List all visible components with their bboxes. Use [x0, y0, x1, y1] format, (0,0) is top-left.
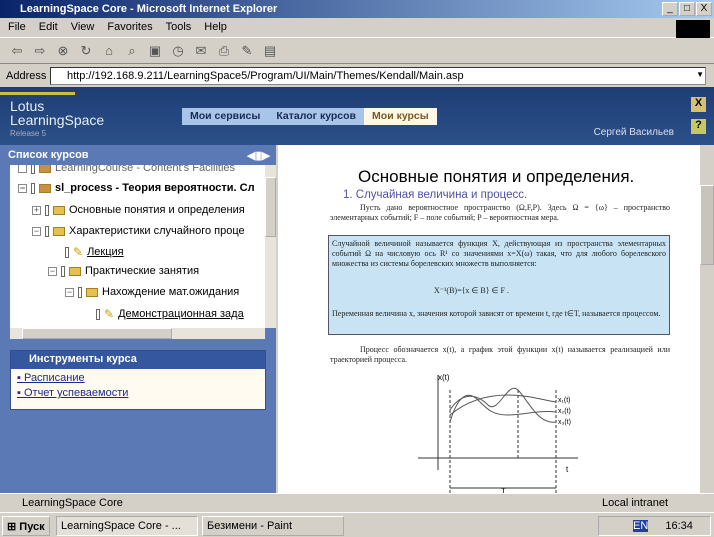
paragraph-3: Процесс обозначается x(t), а график этой…	[330, 345, 670, 364]
favorites-icon[interactable]: ▣	[146, 43, 164, 59]
doc-title: Основные понятия и определения.	[358, 167, 635, 186]
search-icon[interactable]: ⌕	[123, 43, 141, 59]
menu-favorites[interactable]: Favorites	[107, 21, 152, 33]
address-bar: Address http://192.168.9.211/LearningSpa…	[0, 65, 714, 87]
windows-logo	[676, 20, 710, 38]
course-tools-header: Инструменты курса	[11, 351, 265, 369]
content-area: Основные понятия и определения. 1. Случа…	[278, 145, 700, 493]
home-icon[interactable]: ⌂	[100, 43, 118, 59]
tree-vertical-scrollbar[interactable]	[265, 165, 276, 328]
content-scrollbar[interactable]	[700, 145, 714, 493]
learningspace-logo: Lotus LearningSpace Release 5	[10, 98, 105, 138]
status-bar: LearningSpace Core Local intranet	[0, 493, 714, 512]
print-icon[interactable]: ⎙	[215, 43, 233, 59]
edit-icon[interactable]: ✎	[238, 43, 256, 59]
menu-help[interactable]: Help	[204, 21, 227, 33]
svg-text:x₁(t): x₁(t)	[558, 397, 570, 404]
tree-item[interactable]: + Основные понятия и определения	[32, 204, 245, 216]
taskbar: ⊞ Пуск LearningSpace Core - ... Безимени…	[0, 512, 714, 537]
minimize-button[interactable]: _	[662, 2, 678, 16]
course-list-header: Список курсов ◀▮▶	[8, 149, 270, 162]
process-graph: x(t) x₁(t) x₂(t) x₃(t) t T	[418, 373, 578, 493]
status-text: LearningSpace Core	[22, 497, 123, 509]
course-tools-panel: Инструменты курса ▪ Расписание ▪ Отчет у…	[10, 350, 266, 410]
paragraph-1: Пусть дано вероятностное пространство (Ω…	[330, 203, 670, 222]
schedule-link[interactable]: ▪ Расписание	[11, 369, 265, 387]
svg-text:x₂(t): x₂(t)	[558, 408, 571, 415]
system-tray: EN 16:34	[598, 516, 711, 536]
maximize-button[interactable]: □	[679, 2, 695, 16]
left-panel: Список курсов ◀▮▶ LearningCourse - Conten…	[0, 145, 276, 493]
menu-edit[interactable]: Edit	[39, 21, 58, 33]
svg-text:x(t): x(t)	[438, 373, 450, 382]
toolbar: ⇦ ⇨ ⊗ ↻ ⌂ ⌕ ▣ ◷ ✉ ⎙ ✎ ▤	[0, 39, 714, 64]
title-bar: LearningSpace Core - Microsoft Internet …	[0, 0, 714, 18]
tree-item[interactable]: − Практические занятия	[48, 265, 199, 277]
language-indicator[interactable]: EN	[633, 520, 649, 532]
tree-item[interactable]: − Характеристики случайного проце	[32, 225, 245, 237]
help-icon[interactable]: ?	[691, 119, 706, 134]
menu-bar: File Edit View Favorites Tools Help	[0, 18, 714, 38]
tab-my-services[interactable]: Мои сервисы	[182, 108, 268, 125]
clock: 16:34	[665, 520, 693, 532]
menu-view[interactable]: View	[71, 21, 95, 33]
learningspace-header: Lotus LearningSpace Release 5 Мои сервисы …	[0, 87, 714, 145]
menu-file[interactable]: File	[8, 21, 26, 33]
menu-tools[interactable]: Tools	[166, 21, 192, 33]
task-learningspace[interactable]: LearningSpace Core - ...	[56, 516, 198, 536]
address-input[interactable]: http://192.168.9.211/LearningSpace5/Prog…	[50, 67, 706, 85]
tree-horizontal-scrollbar[interactable]	[10, 328, 265, 339]
nav-tabs: Мои сервисы Каталог курсов Мои курсы	[182, 108, 437, 125]
start-button[interactable]: ⊞ Пуск	[2, 516, 50, 536]
svg-text:t: t	[566, 465, 569, 474]
address-dropdown-icon[interactable]: ▼	[696, 70, 704, 79]
tree-item[interactable]: − Нахождение мат.ожидания	[65, 286, 239, 298]
panel-toggle-icon[interactable]: ◀▮▶	[247, 149, 270, 162]
close-button[interactable]: X	[696, 2, 712, 16]
mail-icon[interactable]: ✉	[192, 43, 210, 59]
window-title: LearningSpace Core - Microsoft Internet …	[20, 3, 278, 15]
tree-item[interactable]: − sl_process - Теория вероятности. Сл	[18, 182, 255, 194]
tab-course-catalog[interactable]: Каталог курсов	[268, 108, 364, 125]
definition-box: Случайной величиной называется функция X…	[328, 235, 670, 335]
pencil-icon: ✎	[104, 307, 115, 321]
user-name: Сергей Васильев	[593, 127, 674, 138]
doc-subtitle: 1. Случайная величина и процесс.	[343, 189, 528, 201]
refresh-icon[interactable]: ↻	[77, 43, 95, 59]
history-icon[interactable]: ◷	[169, 43, 187, 59]
progress-report-link[interactable]: ▪ Отчет успеваемости	[11, 387, 265, 402]
course-tree: LearningCourse - Content's Facilities − s…	[10, 165, 265, 328]
tree-item[interactable]: ✎ Лекция	[65, 245, 124, 259]
tab-my-courses[interactable]: Мои курсы	[364, 108, 437, 125]
tree-item[interactable]: LearningCourse - Content's Facilities	[18, 165, 235, 174]
svg-text:x₃(t): x₃(t)	[558, 419, 571, 426]
pencil-icon: ✎	[73, 245, 84, 259]
close-icon[interactable]: X	[691, 97, 706, 112]
tree-item[interactable]: ✎ Демонстрационная зада	[96, 307, 244, 321]
task-paint[interactable]: Безимени - Paint	[202, 516, 344, 536]
address-label: Address	[6, 70, 47, 82]
stop-icon[interactable]: ⊗	[54, 43, 72, 59]
forward-icon[interactable]: ⇨	[31, 43, 49, 59]
zone-indicator: Local intranet	[602, 497, 669, 509]
back-icon[interactable]: ⇦	[8, 43, 26, 59]
discuss-icon[interactable]: ▤	[261, 43, 279, 59]
